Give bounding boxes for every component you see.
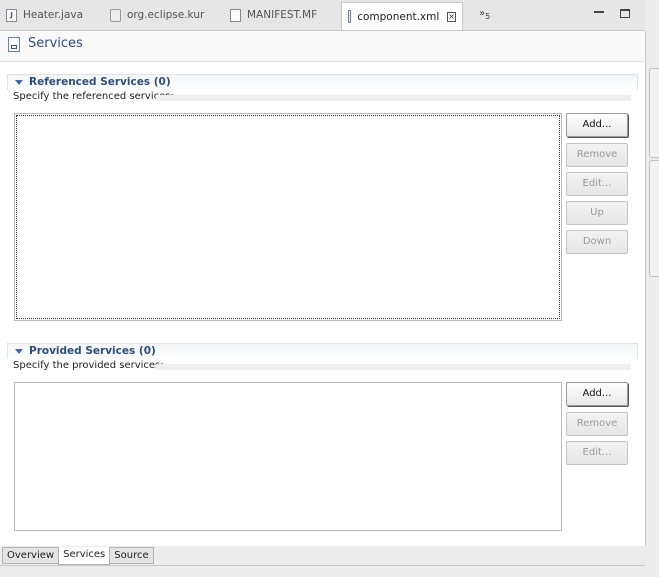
form-page-tabs: Overview Services Source [2, 547, 154, 565]
java-file-icon: J [6, 8, 17, 22]
add-referenced-button[interactable]: Add... [566, 113, 628, 137]
tab-heater-java[interactable]: J Heater.java [6, 4, 83, 26]
edit-referenced-button[interactable]: Edit... [566, 172, 628, 196]
services-page-icon [8, 37, 20, 52]
referenced-services-section-header[interactable]: Referenced Services (0) [7, 74, 638, 90]
maximize-icon[interactable] [620, 9, 630, 18]
manifest-file-icon [230, 8, 241, 22]
plugin-icon [110, 8, 121, 22]
editor-area: Services Referenced Services (0) Specify… [0, 31, 646, 546]
expand-triangle-icon[interactable] [15, 349, 23, 354]
side-panel-handle[interactable] [649, 160, 659, 277]
tab-overview[interactable]: Overview [2, 547, 60, 564]
description-separator [156, 364, 631, 370]
referenced-services-list[interactable] [14, 113, 562, 321]
editor-tab-bar: J Heater.java org.eclipse.kur MANIFEST.M… [0, 0, 645, 31]
side-panel-handle[interactable] [649, 68, 659, 158]
section-title: Provided Services (0) [29, 345, 156, 357]
tab-manifest-mf[interactable]: MANIFEST.MF [230, 4, 317, 26]
provided-services-list[interactable] [14, 382, 562, 531]
tab-services[interactable]: Services [58, 547, 111, 565]
down-button[interactable]: Down [566, 230, 628, 254]
tab-org-eclipse-kur[interactable]: org.eclipse.kur [110, 4, 204, 26]
remove-provided-button[interactable]: Remove [566, 412, 628, 436]
tab-label: org.eclipse.kur [127, 9, 205, 21]
bottom-border [0, 565, 645, 566]
minimize-icon[interactable] [594, 11, 604, 13]
xml-file-icon [348, 10, 352, 23]
up-button[interactable]: Up [566, 201, 628, 225]
provided-services-section-header[interactable]: Provided Services (0) [7, 343, 638, 359]
tab-overflow-button[interactable]: »5 [479, 8, 490, 21]
section-description: Specify the provided services: [13, 360, 164, 371]
page-title: Services [28, 36, 83, 51]
section-title: Referenced Services (0) [29, 76, 171, 88]
tab-label: component.xml [357, 10, 440, 23]
tab-label: Heater.java [23, 9, 84, 21]
tab-label: MANIFEST.MF [247, 9, 318, 21]
edit-provided-button[interactable]: Edit... [566, 441, 628, 465]
tab-component-xml[interactable]: component.xml × [341, 2, 463, 30]
add-provided-button[interactable]: Add... [566, 382, 628, 406]
hidden-tab-count: 5 [485, 12, 491, 21]
tab-source[interactable]: Source [109, 547, 154, 564]
close-icon[interactable]: × [447, 11, 456, 22]
description-separator [156, 95, 631, 101]
expand-triangle-icon[interactable] [15, 80, 23, 85]
remove-referenced-button[interactable]: Remove [566, 143, 628, 167]
form-header: Services [0, 31, 645, 62]
section-description: Specify the referenced services: [13, 91, 174, 102]
